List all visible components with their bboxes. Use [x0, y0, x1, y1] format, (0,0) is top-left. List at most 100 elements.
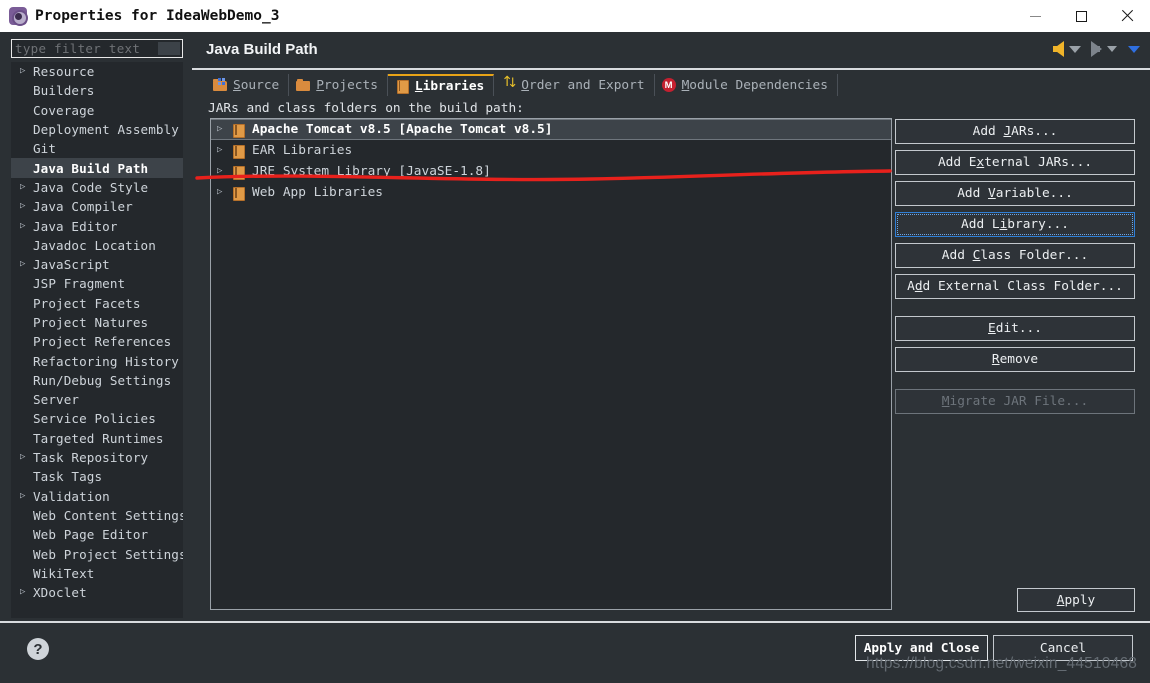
tab-module-dependencies[interactable]: Module Dependencies — [655, 74, 838, 96]
add-variable-button[interactable]: Add Variable... — [895, 181, 1135, 206]
add-class-folder-button[interactable]: Add Class Folder... — [895, 243, 1135, 268]
window-title: Properties for IdeaWebDemo_3 — [35, 8, 280, 24]
sidebar-item-web-page-editor[interactable]: ▷Web Page Editor — [11, 525, 183, 544]
sidebar-tree[interactable]: ▷Resource▷Builders▷Coverage▷Deployment A… — [11, 62, 183, 618]
sidebar-item-label: XDoclet — [33, 585, 87, 601]
sidebar-item-java-code-style[interactable]: ▷ Java Code Style — [11, 178, 183, 197]
maximize-icon[interactable] — [1058, 0, 1104, 32]
window-controls — [1012, 0, 1150, 32]
build-path-tabs: Source Projects Libraries Order and Export M… — [206, 74, 838, 96]
sidebar-item-wikitext[interactable]: ▷WikiText — [11, 564, 183, 583]
sidebar-item-deployment-assembly[interactable]: ▷Deployment Assembly — [11, 120, 183, 139]
tab-label: Libraries — [414, 78, 485, 94]
settings-sidebar: type filter text ▷Resource▷Builders▷Cove… — [0, 32, 192, 629]
sidebar-item-task-tags[interactable]: ▷Task Tags — [11, 467, 183, 486]
library-row[interactable]: ▷ JRE System Library [JavaSE-1.8] — [211, 161, 891, 182]
apply-button-label: Apply — [1056, 592, 1096, 608]
chevron-right-icon[interactable]: ▷ — [217, 125, 231, 134]
chevron-right-icon[interactable]: ▷ — [20, 182, 33, 192]
chevron-right-icon[interactable]: ▷ — [20, 260, 33, 269]
close-icon[interactable] — [1104, 0, 1150, 32]
edit-button[interactable]: Edit... — [895, 316, 1135, 341]
sidebar-item-web-project-settings[interactable]: ▷Web Project Settings — [11, 544, 183, 563]
chevron-right-icon[interactable]: ▷ — [20, 221, 33, 231]
sidebar-item-java-build-path[interactable]: ▷Java Build Path — [11, 158, 183, 178]
chevron-right-icon[interactable]: ▷ — [20, 588, 33, 597]
sidebar-item-builders[interactable]: ▷Builders — [11, 81, 183, 100]
library-row[interactable]: ▷ Apache Tomcat v8.5 [Apache Tomcat v8.5] — [211, 119, 891, 140]
tab-libraries[interactable]: Libraries — [387, 74, 495, 96]
tab-order-and-export[interactable]: Order and Export — [494, 74, 655, 96]
sidebar-item-label: Java Compiler — [33, 199, 133, 215]
tab-projects[interactable]: Projects — [289, 74, 388, 96]
library-action-buttons: Add JARs... Add External JARs... Add Varia… — [895, 119, 1135, 420]
header-divider — [192, 68, 1150, 70]
sidebar-item-validation[interactable]: ▷ Validation — [11, 487, 183, 506]
apply-button[interactable]: Apply — [1017, 588, 1135, 612]
sidebar-item-git[interactable]: ▷Git — [11, 139, 183, 158]
properties-dialog: Properties for IdeaWebDemo_3 type filter… — [0, 0, 1150, 683]
tab-label: Module Dependencies — [681, 77, 828, 93]
chevron-right-icon[interactable]: ▷ — [217, 146, 231, 155]
sidebar-item-javadoc-location[interactable]: ▷Javadoc Location — [11, 236, 183, 255]
chevron-right-icon[interactable]: ▷ — [20, 453, 33, 462]
sidebar-item-project-facets[interactable]: ▷Project Facets — [11, 294, 183, 313]
sidebar-item-label: Builders — [33, 83, 95, 99]
minimize-icon[interactable] — [1012, 0, 1058, 32]
sidebar-item-targeted-runtimes[interactable]: ▷Targeted Runtimes — [11, 429, 183, 448]
button-label: Add External Class Folder... — [907, 279, 1123, 294]
sidebar-item-server[interactable]: ▷Server — [11, 390, 183, 409]
back-history-dropdown-icon[interactable] — [1069, 45, 1081, 53]
add-external-jars-button[interactable]: Add External JARs... — [895, 150, 1135, 175]
chevron-right-icon[interactable]: ▷ — [217, 167, 231, 176]
forward-history-dropdown-icon[interactable] — [1107, 46, 1117, 52]
add-external-class-folder-button[interactable]: Add External Class Folder... — [895, 274, 1135, 299]
button-label: Edit... — [988, 321, 1042, 336]
remove-button[interactable]: Remove — [895, 347, 1135, 372]
back-arrow-icon[interactable] — [1053, 41, 1064, 57]
dropdown-arrow-icon[interactable] — [1128, 45, 1140, 53]
sidebar-item-java-compiler[interactable]: ▷ Java Compiler — [11, 197, 183, 216]
filter-input[interactable]: type filter text — [11, 39, 183, 58]
tab-source[interactable]: Source — [206, 74, 290, 96]
add-library-button[interactable]: Add Library... — [895, 212, 1135, 237]
add-jars-button[interactable]: Add JARs... — [895, 119, 1135, 144]
sidebar-item-project-references[interactable]: ▷Project References — [11, 332, 183, 351]
sidebar-item-refactoring-history[interactable]: ▷Refactoring History — [11, 351, 183, 370]
sidebar-item-xdoclet[interactable]: ▷ XDoclet — [11, 583, 183, 602]
sidebar-item-web-content-settings[interactable]: ▷Web Content Settings — [11, 506, 183, 525]
chevron-right-icon[interactable]: ▷ — [20, 491, 33, 501]
order-arrows-icon — [501, 75, 518, 92]
sidebar-item-label: Task Repository — [33, 450, 149, 466]
chevron-right-icon[interactable]: ▷ — [20, 202, 33, 211]
sidebar-item-label: Task Tags — [33, 469, 103, 485]
watermark: https://blog.csdn.net/weixin_44510468 — [866, 655, 1138, 672]
sidebar-item-coverage[interactable]: ▷Coverage — [11, 101, 183, 120]
libraries-list[interactable]: ▷ Apache Tomcat v8.5 [Apache Tomcat v8.5]… — [210, 118, 892, 610]
library-book-icon — [231, 186, 246, 201]
library-book-icon — [231, 144, 246, 159]
sidebar-item-label: Run/Debug Settings — [33, 372, 172, 388]
sidebar-item-resource[interactable]: ▷ Resource — [11, 62, 183, 81]
library-row[interactable]: ▷ EAR Libraries — [211, 140, 891, 161]
sidebar-item-project-natures[interactable]: ▷Project Natures — [11, 313, 183, 332]
filter-caret — [158, 42, 180, 55]
sidebar-item-label: Java Code Style — [33, 179, 149, 195]
help-icon[interactable]: ? — [27, 638, 49, 660]
library-row[interactable]: ▷ Web App Libraries — [211, 182, 891, 203]
content-label: JARs and class folders on the build path… — [208, 101, 524, 116]
sidebar-item-run-debug-settings[interactable]: ▷Run/Debug Settings — [11, 371, 183, 390]
tab-label: Source — [233, 77, 280, 93]
forward-arrow-icon[interactable] — [1091, 41, 1102, 57]
sidebar-item-service-policies[interactable]: ▷Service Policies — [11, 409, 183, 428]
sidebar-item-javascript[interactable]: ▷ JavaScript — [11, 255, 183, 274]
sidebar-item-java-editor[interactable]: ▷ Java Editor — [11, 216, 183, 235]
module-badge-icon — [661, 78, 677, 92]
chevron-right-icon[interactable]: ▷ — [217, 188, 231, 197]
chevron-right-icon[interactable]: ▷ — [20, 67, 33, 76]
sidebar-item-label: Coverage — [33, 102, 95, 118]
sidebar-item-task-repository[interactable]: ▷ Task Repository — [11, 448, 183, 467]
sidebar-item-label: Git — [33, 141, 57, 157]
sidebar-item-jsp-fragment[interactable]: ▷JSP Fragment — [11, 274, 183, 293]
projects-folder-icon — [296, 78, 311, 92]
